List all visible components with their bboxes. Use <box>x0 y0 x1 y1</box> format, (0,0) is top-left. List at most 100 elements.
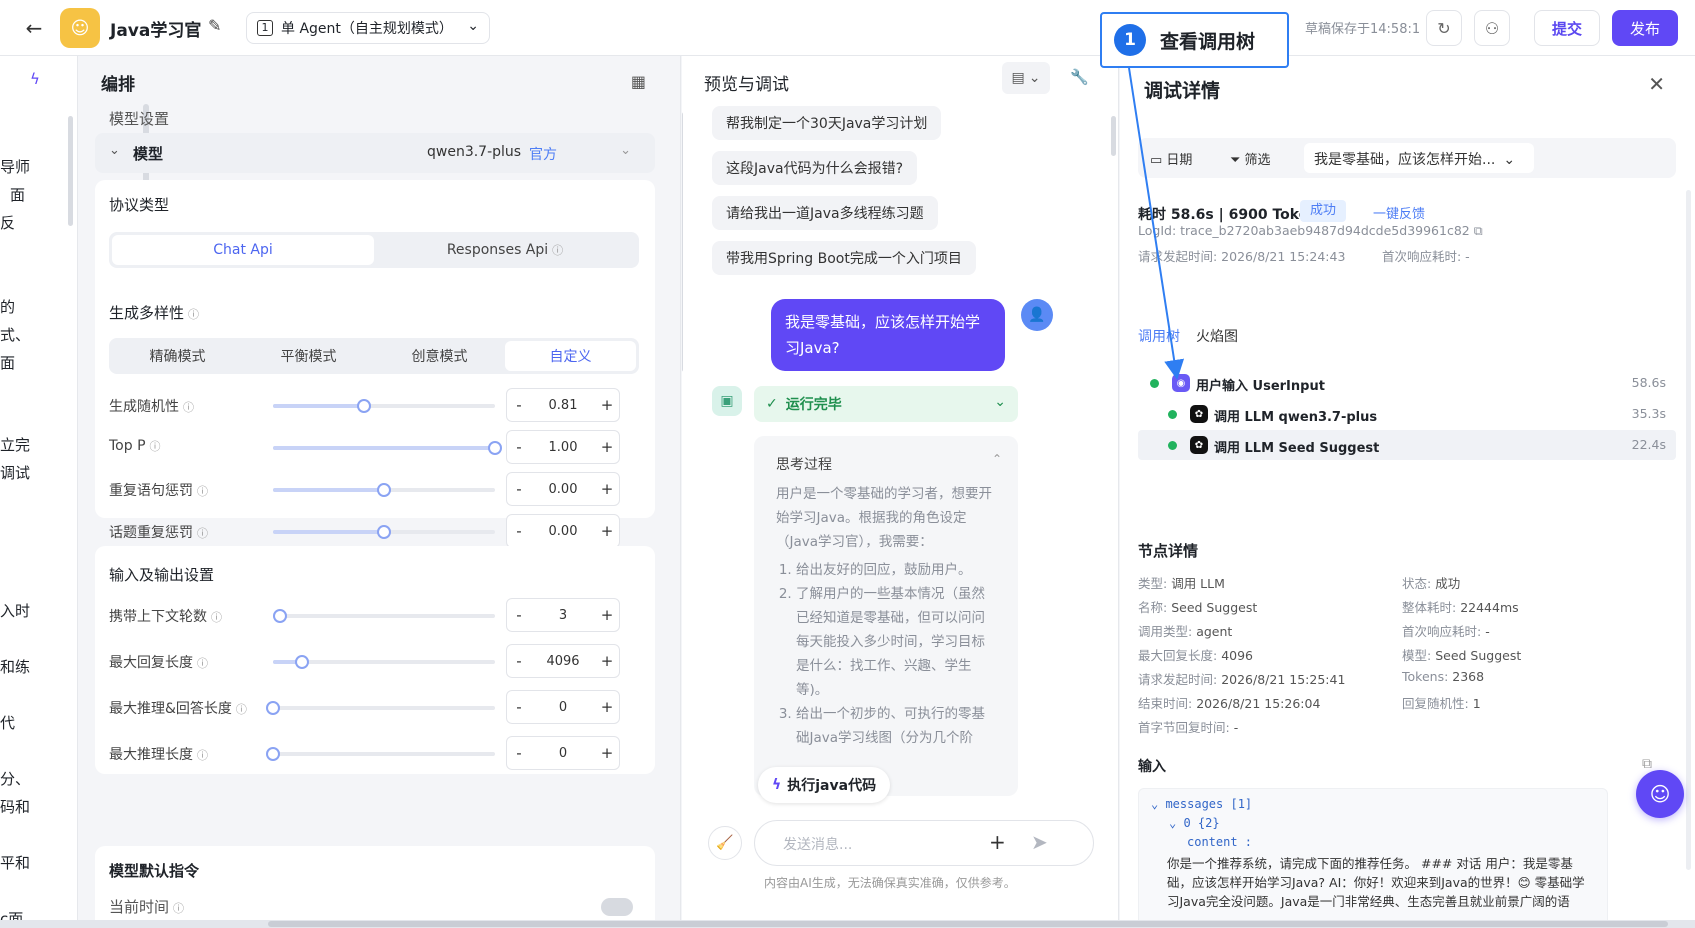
tree-node-llm-qwen[interactable]: ✿ 调用 LLM qwen3.7-plus 35.3s <box>1138 399 1676 429</box>
tab-flame-graph[interactable]: 火焰图 <box>1196 326 1238 346</box>
increment-button[interactable]: + <box>595 522 619 540</box>
param-slider[interactable] <box>266 747 495 761</box>
suggestion-chip[interactable]: 请给我出一道Java多线程练习题 <box>712 196 938 230</box>
json-line[interactable]: ⌄ 0 {2} <box>1151 816 1595 835</box>
current-time-toggle[interactable] <box>601 898 633 916</box>
clear-chat-icon[interactable]: 🧹 <box>708 826 742 860</box>
increment-button[interactable]: + <box>595 606 619 624</box>
lightning-icon[interactable]: ϟ <box>30 70 40 88</box>
param-value[interactable]: 0 <box>531 746 595 761</box>
slider-knob[interactable] <box>377 525 391 539</box>
model-selector[interactable]: ⌄ 模型 qwen3.7-plus 官方 ⌄ <box>95 133 655 173</box>
feedback-link[interactable]: 一键反馈 <box>1373 203 1425 222</box>
wrench-icon[interactable]: 🔧 <box>1070 68 1089 86</box>
slider-knob[interactable] <box>377 483 391 497</box>
date-filter[interactable]: ▭ 日期 <box>1150 149 1192 168</box>
tree-node-user-input[interactable]: ◉ 用户输入 UserInput 58.6s <box>1138 368 1676 398</box>
assistant-fab-icon[interactable]: ☺ <box>1636 770 1684 818</box>
message-input[interactable]: 发送消息... + ➤ <box>754 820 1094 866</box>
decrement-button[interactable]: - <box>507 396 531 414</box>
mode-precise[interactable]: 精确模式 <box>112 341 243 371</box>
slider-knob[interactable] <box>273 609 287 623</box>
info-icon[interactable]: ⓘ <box>552 242 563 258</box>
mode-creative[interactable]: 创意模式 <box>374 341 505 371</box>
protocol-responses-api[interactable]: Responses Api ⓘ <box>374 235 636 265</box>
increment-button[interactable]: + <box>595 480 619 498</box>
increment-button[interactable]: + <box>595 698 619 716</box>
info-icon[interactable]: ⓘ <box>173 900 184 916</box>
decrement-button[interactable]: - <box>507 480 531 498</box>
submit-button[interactable]: 提交 <box>1534 10 1600 46</box>
collaborator-icon[interactable]: ⚇ <box>1474 10 1510 46</box>
decrement-button[interactable]: - <box>507 744 531 762</box>
param-value[interactable]: 0.00 <box>531 524 595 539</box>
horizontal-scrollbar[interactable] <box>0 920 1695 928</box>
debug-scrollbar[interactable] <box>1686 190 1691 870</box>
slider-knob[interactable] <box>295 655 309 669</box>
suggestion-chip[interactable]: 带我用Spring Boot完成一个入门项目 <box>712 241 976 275</box>
param-slider[interactable] <box>266 701 495 715</box>
info-icon[interactable]: ⓘ <box>211 609 222 625</box>
param-slider[interactable] <box>273 441 502 455</box>
chat-options-dropdown[interactable]: ▤ ⌄ <box>1002 62 1050 94</box>
publish-button[interactable]: 发布 <box>1612 10 1678 46</box>
collapse-chevron-icon[interactable]: ⌄ <box>109 143 120 158</box>
info-icon[interactable]: ⓘ <box>236 701 247 717</box>
copy-icon[interactable]: ⧉ <box>1642 756 1652 772</box>
edit-pencil-icon[interactable]: ✎ <box>208 16 221 35</box>
history-refresh-icon[interactable]: ↻ <box>1426 10 1462 46</box>
param-slider[interactable] <box>273 525 495 539</box>
slider-knob[interactable] <box>488 441 502 455</box>
chevron-up-icon[interactable]: ⌃ <box>992 452 1002 466</box>
param-value[interactable]: 3 <box>531 608 595 623</box>
param-value[interactable]: 0.00 <box>531 482 595 497</box>
decrement-button[interactable]: - <box>507 522 531 540</box>
suggestion-chip[interactable]: 帮我制定一个30天Java学习计划 <box>712 106 942 140</box>
decrement-button[interactable]: - <box>507 438 531 456</box>
agent-mode-select[interactable]: 1 单 Agent（自主规划模式） ⌄ <box>246 12 490 44</box>
decrement-button[interactable]: - <box>507 606 531 624</box>
copy-icon[interactable]: ⧉ <box>1474 223 1483 238</box>
info-icon[interactable]: ⓘ <box>197 483 208 499</box>
info-icon[interactable]: ⓘ <box>150 438 161 454</box>
suggestion-chip[interactable]: 这段Java代码为什么会报错? <box>712 151 918 185</box>
json-line[interactable]: ⌄ messages [1] <box>1151 797 1595 816</box>
close-icon[interactable]: ✕ <box>1648 72 1665 96</box>
decrement-button[interactable]: - <box>507 652 531 670</box>
increment-button[interactable]: + <box>595 652 619 670</box>
tab-call-tree[interactable]: 调用树 <box>1138 326 1180 346</box>
info-icon[interactable]: ⓘ <box>188 306 199 322</box>
send-icon[interactable]: ➤ <box>1031 830 1048 854</box>
increment-button[interactable]: + <box>595 744 619 762</box>
increment-button[interactable]: + <box>595 396 619 414</box>
protocol-chat-api[interactable]: Chat Api <box>112 235 374 265</box>
back-arrow-icon[interactable]: ← <box>22 16 46 40</box>
param-slider[interactable] <box>273 399 495 413</box>
slider-knob[interactable] <box>266 701 280 715</box>
execute-java-button[interactable]: ϟ 执行java代码 <box>758 767 891 803</box>
info-icon[interactable]: ⓘ <box>197 747 208 763</box>
increment-button[interactable]: + <box>595 438 619 456</box>
plus-icon[interactable]: + <box>989 830 1006 854</box>
param-value[interactable]: 1.00 <box>531 440 595 455</box>
slider-knob[interactable] <box>357 399 371 413</box>
param-slider[interactable] <box>273 483 495 497</box>
param-value[interactable]: 0 <box>531 700 595 715</box>
info-icon[interactable]: ⓘ <box>183 399 194 415</box>
prompt-scrollbar[interactable] <box>68 116 73 226</box>
chat-scrollbar[interactable] <box>1111 116 1116 156</box>
layout-grid-icon[interactable]: ▦ <box>631 72 646 91</box>
info-icon[interactable]: ⓘ <box>197 525 208 541</box>
param-slider[interactable] <box>273 655 495 669</box>
tree-node-llm-seed[interactable]: ✿ 调用 LLM Seed Suggest 22.4s <box>1138 430 1676 460</box>
param-slider[interactable] <box>273 609 495 623</box>
mode-balanced[interactable]: 平衡模式 <box>243 341 374 371</box>
param-value[interactable]: 0.81 <box>531 398 595 413</box>
panel-divider-scrollbar[interactable] <box>682 112 683 372</box>
param-value[interactable]: 4096 <box>531 654 595 669</box>
mode-custom[interactable]: 自定义 <box>505 341 636 371</box>
run-status-bar[interactable]: ✓ 运行完毕 ⌄ <box>754 386 1018 422</box>
scrollbar-thumb[interactable] <box>268 921 1668 927</box>
info-icon[interactable]: ⓘ <box>197 655 208 671</box>
decrement-button[interactable]: - <box>507 698 531 716</box>
